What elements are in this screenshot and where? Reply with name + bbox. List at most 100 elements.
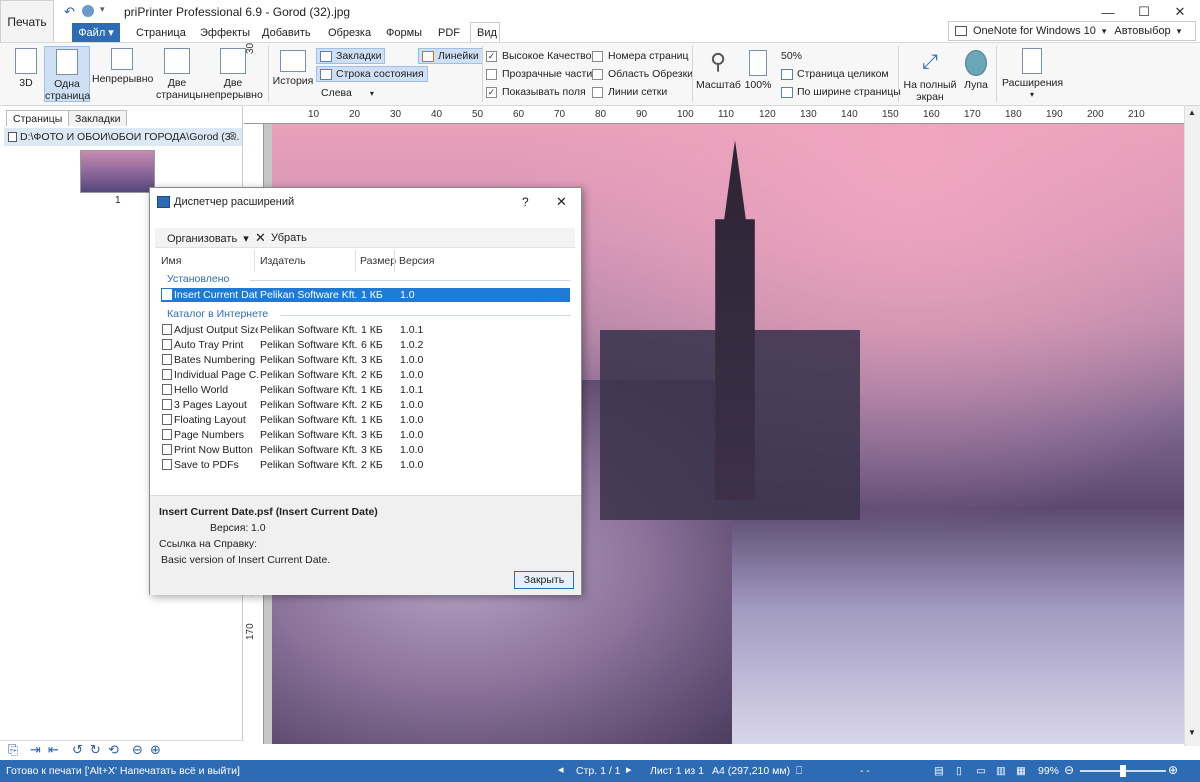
vertical-scrollbar[interactable]: ▲ ▼: [1184, 106, 1200, 746]
show-margins-checkbox[interactable]: ✓ Показывать поля: [486, 86, 586, 98]
scale-button[interactable]: ⚲ Масштаб: [696, 50, 741, 92]
remove-icon[interactable]: ✕: [255, 230, 266, 246]
extension-row[interactable]: Individual Page C... Pelikan Software Kft…: [161, 368, 570, 382]
menu-file[interactable]: Файл ▾: [72, 23, 120, 42]
printer-selector[interactable]: OneNote for Windows 10 ▾ Автовыбор ▾: [948, 21, 1196, 41]
whole-page-button[interactable]: Страница целиком: [778, 67, 892, 81]
close-document-icon[interactable]: ⊗: [228, 129, 237, 142]
zoom-slider-thumb[interactable]: [1120, 765, 1126, 777]
view-3d-button[interactable]: 3D: [8, 48, 44, 89]
column-divider[interactable]: [394, 250, 395, 272]
extension-row[interactable]: Hello World Pelikan Software Kft. 1 КБ 1.0.…: [161, 383, 570, 397]
page-thumbnail[interactable]: [80, 150, 155, 193]
bookmarks-toggle[interactable]: Закладки: [316, 48, 386, 64]
view-single-page-button[interactable]: Одна страница: [44, 46, 90, 102]
view-two-continuous-button[interactable]: Две непрерывно: [202, 48, 264, 101]
column-divider[interactable]: [355, 250, 356, 272]
status-row-toggle[interactable]: Строка состояния: [316, 66, 428, 82]
organize-button[interactable]: Организовать ▾: [167, 232, 249, 245]
scroll-down-icon[interactable]: ▼: [1188, 728, 1196, 737]
menu-shapes[interactable]: Формы: [380, 24, 428, 42]
column-size[interactable]: Размер: [360, 255, 396, 267]
column-version[interactable]: Версия: [399, 255, 434, 267]
fullscreen-button[interactable]: ⤢ На полный экран: [902, 50, 958, 103]
panel-position-dropdown[interactable]: Слева ▾: [318, 86, 377, 100]
status-page: Стр. 1 / 1: [576, 765, 621, 777]
zoom-out-icon[interactable]: ⊖: [132, 742, 143, 758]
zoom-100-button[interactable]: 100%: [742, 50, 774, 91]
column-name[interactable]: Имя: [161, 255, 181, 267]
extension-row[interactable]: Insert Current Date Pelikan Software Kft.…: [161, 288, 570, 302]
menu-crop[interactable]: Обрезка: [322, 24, 377, 42]
column-divider[interactable]: [254, 250, 255, 272]
print-button[interactable]: Печать: [0, 0, 54, 44]
history-button[interactable]: История: [272, 50, 314, 87]
zoom-in-icon[interactable]: ⊕: [150, 742, 161, 758]
column-publisher[interactable]: Издатель: [260, 255, 306, 267]
page-numbers-checkbox[interactable]: Номера страниц: [592, 50, 689, 62]
prev-page-icon[interactable]: ◂: [558, 763, 564, 776]
tab-bookmarks[interactable]: Закладки: [68, 110, 128, 126]
two-continuous-icon: [220, 48, 246, 74]
extension-row[interactable]: 3 Pages Layout Pelikan Software Kft. 2 КБ 1…: [161, 398, 570, 412]
rotate-left-icon[interactable]: ↺: [72, 742, 83, 758]
next-page-icon[interactable]: ▸: [626, 763, 632, 776]
paper-icon[interactable]: ⎕: [796, 765, 802, 778]
add-page-icon[interactable]: ⎘: [8, 742, 18, 758]
group-divider: [280, 315, 570, 316]
extensions-button[interactable]: Расширения ▾: [1002, 48, 1063, 101]
zoom-50-button[interactable]: 50%: [778, 49, 805, 63]
rotate-both-icon[interactable]: ⟲: [108, 742, 119, 758]
undo-icon[interactable]: ↶: [64, 4, 75, 20]
extension-row[interactable]: Print Now Button Pelikan Software Kft. 3 К…: [161, 443, 570, 457]
extension-row[interactable]: Save to PDFs Pelikan Software Kft. 2 КБ 1.0…: [161, 458, 570, 472]
crop-area-checkbox[interactable]: Область Обрезки: [592, 68, 693, 80]
close-button[interactable]: Закрыть: [514, 571, 574, 589]
checkbox-icon: [486, 68, 497, 80]
tab-pages[interactable]: Страницы: [6, 110, 70, 126]
page-width-button[interactable]: По ширине страницы: [778, 85, 904, 99]
chevron-down-icon[interactable]: ▾: [1177, 26, 1182, 37]
export-page-icon[interactable]: ⇤: [48, 742, 59, 758]
more-icon[interactable]: - -: [860, 765, 870, 777]
menu-view[interactable]: Вид: [470, 22, 500, 42]
qat-dropdown-icon[interactable]: ▾: [100, 4, 105, 15]
view-two-pages-button[interactable]: Две страницы: [156, 48, 203, 101]
menu-add[interactable]: Добавить: [256, 24, 317, 42]
help-icon[interactable]: ?: [522, 195, 529, 209]
extension-version: 1.0.0: [400, 414, 424, 426]
printer-mode[interactable]: Автовыбор: [1114, 25, 1170, 37]
remove-button[interactable]: Убрать: [271, 232, 307, 244]
view-continuous-button[interactable]: Непрерывно: [92, 48, 153, 85]
rotate-right-icon[interactable]: ↻: [90, 742, 101, 758]
extension-row[interactable]: Auto Tray Print Pelikan Software Kft. 6 КБ…: [161, 338, 570, 352]
extension-row[interactable]: Floating Layout Pelikan Software Kft. 1 КБ…: [161, 413, 570, 427]
globe-icon[interactable]: [82, 5, 94, 17]
rulers-toggle[interactable]: Линейки: [418, 48, 483, 64]
menu-page[interactable]: Страница: [130, 24, 192, 42]
single-page-icon: [56, 49, 78, 75]
extension-icon: [162, 429, 172, 440]
extension-row[interactable]: Page Numbers Pelikan Software Kft. 3 КБ 1.0…: [161, 428, 570, 442]
scroll-up-icon[interactable]: ▲: [1188, 108, 1196, 117]
transparent-parts-checkbox[interactable]: Прозрачные части: [486, 68, 592, 80]
single-page-view-icon[interactable]: ▯: [956, 765, 962, 777]
extension-row[interactable]: Bates Numbering Pelikan Software Kft. 3 КБ…: [161, 353, 570, 367]
insert-page-icon[interactable]: ⇥: [30, 742, 41, 758]
continuous-view-icon[interactable]: ▭: [976, 765, 986, 777]
ruler-tick-label: 110: [718, 109, 734, 120]
menu-pdf[interactable]: PDF: [432, 24, 466, 42]
zoom-out-icon[interactable]: ⊖: [1064, 763, 1074, 777]
high-quality-checkbox[interactable]: ✓ Высокое Качество: [486, 50, 591, 62]
magnifier-button[interactable]: Лупа: [960, 50, 992, 91]
view-mode-icon[interactable]: ▤: [934, 765, 944, 777]
close-dialog-icon[interactable]: ✕: [556, 194, 567, 210]
extension-row[interactable]: Adjust Output Size Pelikan Software Kft. 1…: [161, 323, 570, 337]
two-continuous-view-icon[interactable]: ▦: [1016, 765, 1026, 777]
two-page-view-icon[interactable]: ▥: [996, 765, 1006, 777]
zoom-in-icon[interactable]: ⊕: [1168, 763, 1178, 777]
ruler-tick-label: 210: [1128, 109, 1145, 120]
document-path-row[interactable]: D:\ФОТО И ОБОИ\ОБОИ ГОРОДА\Gorod (3... ⊗: [4, 128, 242, 146]
chevron-down-icon[interactable]: ▾: [1102, 26, 1107, 37]
grid-lines-checkbox[interactable]: Линии сетки: [592, 86, 667, 98]
